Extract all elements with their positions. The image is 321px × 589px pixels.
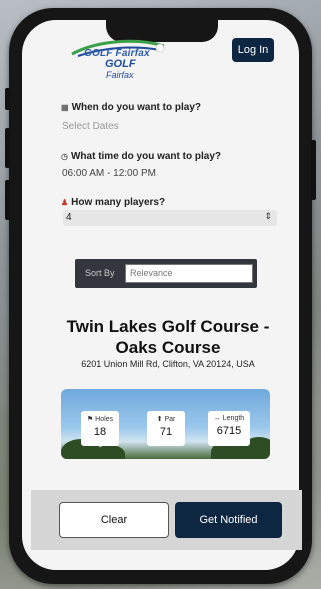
clear-button[interactable]: Clear [59, 502, 169, 538]
phone-side-button [5, 88, 10, 110]
time-field[interactable]: 06:00 AM - 12:00 PM [62, 168, 156, 179]
chevron-updown-icon: ⇕ [264, 211, 272, 221]
course-stats-card: ⚑ Holes 18 ⬆ Par 71 ↔ Length 6715 [61, 389, 270, 459]
golf-fairfax-logo[interactable]: GOLF Fairfax GOLF Fairfax [62, 36, 172, 88]
sort-label: Sort By [85, 268, 115, 278]
stat-holes: ⚑ Holes 18 [81, 411, 119, 446]
stat-length: ↔ Length 6715 [208, 411, 250, 446]
sort-select[interactable]: Relevance [125, 264, 253, 283]
stat-par: ⬆ Par 71 [147, 411, 185, 446]
course-address: 6201 Union Mill Rd, Clifton, VA 20124, U… [81, 359, 255, 369]
person-icon: ♟ [61, 198, 69, 207]
players-label-text: How many players? [71, 197, 166, 208]
logo-text: Fairfax [106, 70, 134, 80]
players-select-value: 4 [66, 212, 72, 223]
stat-value: 6715 [216, 425, 242, 437]
phone-side-button [5, 128, 10, 168]
players-select[interactable]: 4 ⇕ [63, 210, 277, 226]
players-label: ♟ How many players? [61, 197, 165, 208]
clock-icon: ◷ [61, 152, 68, 161]
ruler-icon: ↔ [213, 415, 221, 422]
stat-label: ↔ Length [213, 415, 245, 422]
tree-graphic [95, 445, 125, 459]
stat-label: ⬆ Par [156, 416, 176, 423]
phone-side-button [311, 140, 316, 200]
time-label: ◷ What time do you want to play? [61, 151, 221, 162]
golf-tee-icon: ⬆ [156, 416, 163, 423]
phone-side-button [5, 180, 10, 220]
sort-bar: Sort By Relevance [75, 259, 257, 288]
flag-icon: ⚑ [86, 416, 94, 423]
stat-value: 18 [93, 426, 107, 438]
logo-text: GOLF [105, 58, 136, 70]
stat-value: 71 [159, 426, 173, 438]
get-notified-button[interactable]: Get Notified [175, 502, 282, 538]
date-field[interactable]: Select Dates [62, 121, 119, 132]
calendar-icon: ▦ [61, 103, 69, 112]
time-label-text: What time do you want to play? [70, 151, 221, 162]
course-title: Twin Lakes Golf Course - Oaks Course [66, 317, 270, 357]
stat-label: ⚑ Holes [86, 416, 114, 423]
date-label-text: When do you want to play? [71, 102, 202, 113]
login-button[interactable]: Log In [232, 38, 274, 62]
date-label: ▦ When do you want to play? [61, 102, 201, 113]
